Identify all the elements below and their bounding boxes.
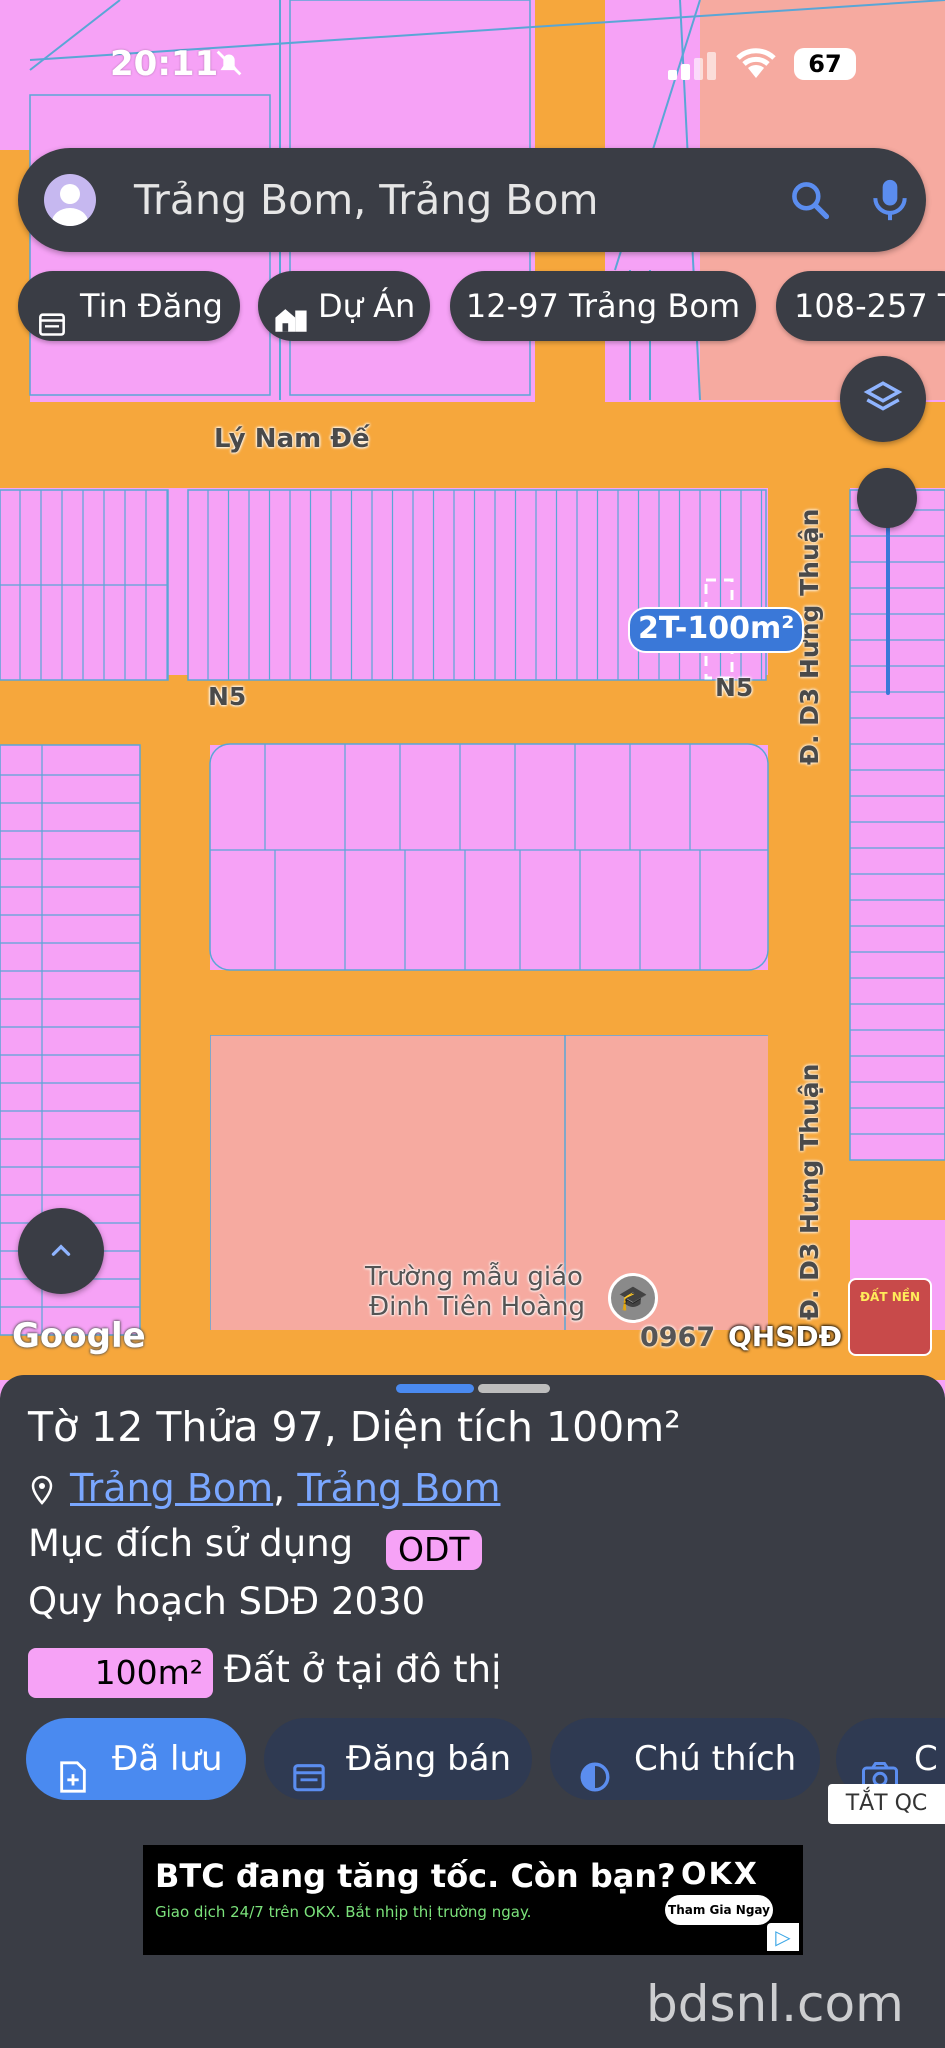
chip-12-97-trang-bom[interactable]: 12-97 Trảng Bom	[450, 271, 756, 341]
zoom-slider-handle[interactable]	[857, 468, 917, 528]
chip-108-257[interactable]: 108-257 T	[776, 271, 945, 341]
poi-label-line2: Đinh Tiên Hoàng	[369, 1292, 586, 1322]
post-sale-button-label: Đăng bán	[346, 1739, 512, 1779]
legend-button-label: Chú thích	[634, 1739, 797, 1779]
ad-thumbnail-text: ĐẤT NỀN	[860, 1290, 920, 1304]
signal-icon	[668, 50, 718, 82]
zoom-slider-track[interactable]	[886, 500, 890, 695]
post-sale-button[interactable]: Đăng bán	[264, 1718, 532, 1800]
phone-fragment: 0967	[640, 1322, 716, 1353]
poi-label-line1: Trường mẫu giáo	[365, 1262, 583, 1292]
road-label-ly-nam-de: Lý Nam Đế	[214, 424, 370, 454]
parcel-title: Tờ 12 Thửa 97, Diện tích 100m²	[28, 1403, 681, 1451]
chip-label: Dự Án	[318, 287, 416, 325]
layers-icon	[862, 378, 904, 424]
google-logo: Google	[12, 1316, 146, 1356]
purpose-label: Mục đích sử dụng	[28, 1522, 354, 1565]
watermark: bdsnl.com	[646, 1975, 904, 2033]
ad-thumbnail[interactable]: ĐẤT NỀN	[848, 1278, 932, 1356]
bell-muted-icon	[212, 46, 246, 80]
road-label-d3-lower: Đ. D3 Hưng Thuận	[795, 1063, 824, 1320]
chip-tin-dang[interactable]: Tin Đăng	[18, 271, 240, 341]
area-badge: 100m²	[28, 1648, 213, 1698]
purpose-code-badge: ODT	[386, 1530, 482, 1570]
microphone-icon[interactable]	[868, 176, 912, 224]
area-description: Đất ở tại đô thị	[224, 1648, 502, 1691]
status-bar: 20:11 67	[0, 0, 945, 130]
panel-handle-active[interactable]	[396, 1384, 474, 1393]
avatar[interactable]	[44, 174, 96, 226]
wifi-icon	[734, 46, 778, 80]
ad-choices-icon[interactable]: ▷	[767, 1923, 799, 1951]
location-separator: ,	[273, 1466, 286, 1510]
plan-label: Quy hoạch SDĐ 2030	[28, 1580, 426, 1623]
search-input[interactable]: Trảng Bom, Trảng Bom	[134, 176, 598, 224]
battery-level: 67	[808, 50, 842, 78]
building-icon	[274, 289, 308, 332]
road-label-n5-right: N5	[715, 673, 754, 702]
layers-button[interactable]	[840, 356, 926, 442]
chip-label: 12-97 Trảng Bom	[465, 287, 741, 325]
location-pin-icon	[30, 1475, 54, 1505]
chip-du-an[interactable]: Dự Án	[258, 271, 430, 341]
contrast-icon	[578, 1742, 612, 1824]
ad-subline: Giao dịch 24/7 trên OKX. Bắt nhịp thị tr…	[155, 1903, 532, 1921]
poi-school[interactable]: Trường mẫu giáo Đinh Tiên Hoàng	[365, 1262, 585, 1322]
chip-label: 108-257 T	[794, 287, 945, 325]
add-file-icon	[58, 1742, 88, 1824]
legend-button[interactable]: Chú thích	[550, 1718, 820, 1800]
battery-icon: 67	[794, 48, 856, 80]
ad-banner[interactable]: BTC đang tăng tốc. Còn bạn? OKX Tham Gia…	[143, 1845, 803, 1955]
ward-link[interactable]: Trảng Bom	[297, 1466, 500, 1510]
saved-button[interactable]: Đã lưu	[26, 1718, 246, 1800]
chevron-up-icon	[48, 1238, 74, 1268]
close-ad-button[interactable]: TẮT QC	[828, 1784, 945, 1824]
location-links: Trảng Bom, Trảng Bom	[70, 1466, 501, 1510]
search-bar[interactable]: Trảng Bom, Trảng Bom	[18, 148, 926, 252]
parcel-area-label[interactable]: 2T-100m²	[628, 607, 805, 653]
chip-label: Tin Đăng	[80, 287, 223, 325]
ad-headline: BTC đang tăng tốc. Còn bạn?	[155, 1857, 676, 1895]
status-time: 20:11	[110, 44, 219, 84]
search-icon[interactable]	[788, 178, 832, 222]
graduation-cap-icon[interactable]: 🎓	[608, 1273, 658, 1323]
expand-up-button[interactable]	[18, 1208, 104, 1294]
district-link[interactable]: Trảng Bom	[70, 1466, 273, 1510]
saved-button-label: Đã lưu	[112, 1739, 223, 1779]
calendar-icon	[292, 1742, 326, 1824]
ad-brand-logo: OKX	[681, 1857, 759, 1892]
road-label-n5-left: N5	[208, 682, 247, 711]
calendar-icon	[38, 292, 66, 336]
ad-cta-button[interactable]: Tham Gia Ngay	[665, 1895, 773, 1925]
panel-handle-inactive[interactable]	[478, 1384, 550, 1393]
